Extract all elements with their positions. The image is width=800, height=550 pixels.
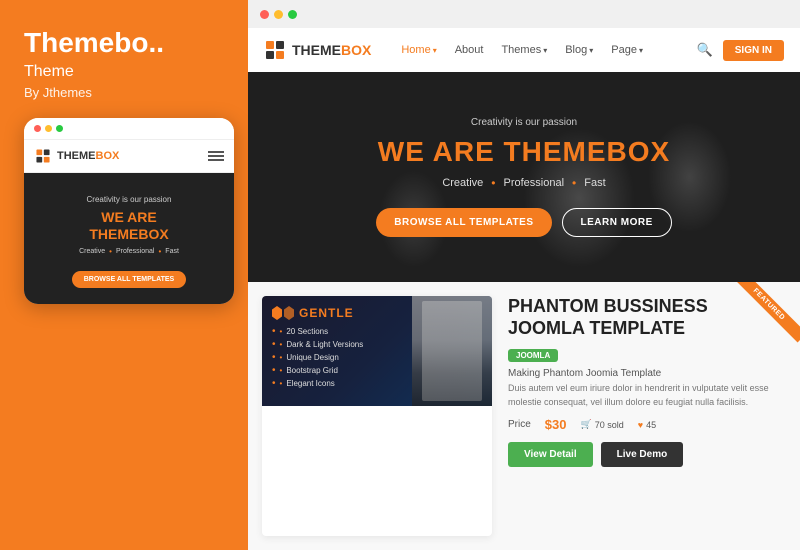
- site-hero-tagline: Creative • Professional • Fast: [442, 176, 605, 190]
- mobile-traffic-lights: [34, 125, 63, 132]
- feature-item: • 20 Sections: [272, 325, 482, 338]
- feature-item: • Unique Design: [272, 351, 482, 364]
- site-content-section: GENTLE • 20 Sections • Dark & Light Vers…: [248, 282, 800, 550]
- feature-item: • Bootstrap Grid: [272, 364, 482, 377]
- desktop-site: THEMEBOX Home ▾ About Themes ▾ Blog ▾ Pa…: [248, 28, 800, 550]
- product-card-inner: GENTLE • 20 Sections • Dark & Light Vers…: [272, 306, 482, 390]
- browser-traffic-lights: [260, 10, 297, 19]
- mobile-hero-title: WE ARE THEMEBOX: [36, 209, 222, 243]
- site-nav-actions: 🔍 SIGN IN: [697, 40, 784, 61]
- product-logo-name: GENTLE: [299, 306, 354, 320]
- theme-title: Themebo..: [24, 28, 224, 59]
- logo-shape-2: [284, 306, 294, 320]
- site-nav: THEMEBOX Home ▾ About Themes ▾ Blog ▾ Pa…: [248, 28, 800, 72]
- chevron-down-icon: ▾: [639, 46, 643, 55]
- heart-icon: ♥: [638, 420, 643, 430]
- product-price-row: Price $30 🛒 70 sold ♥ 45: [508, 417, 784, 432]
- product-desc-text: Duis autem vel eum iriure dolor in hendr…: [508, 382, 784, 409]
- site-hero-subtitle: Creativity is our passion: [471, 117, 577, 128]
- site-hero-buttons: BROWSE ALL TEMPLATES LEARN MORE: [376, 208, 672, 237]
- mobile-hero-tagline: Creative • Professional • Fast: [36, 247, 222, 256]
- product-badge-joomla: JOOMLA: [508, 349, 558, 362]
- learn-more-button[interactable]: LEARN MORE: [562, 208, 672, 237]
- nav-link-page[interactable]: Page ▾: [611, 44, 643, 56]
- cart-icon: 🛒: [581, 419, 592, 430]
- nav-link-themes[interactable]: Themes ▾: [501, 44, 547, 56]
- search-icon[interactable]: 🔍: [697, 42, 713, 58]
- site-hero-title: WE ARE THEMEBOX: [378, 136, 670, 168]
- nav-link-home[interactable]: Home ▾: [401, 44, 436, 56]
- browse-templates-button[interactable]: BROWSE ALL TEMPLATES: [376, 208, 551, 237]
- live-demo-button[interactable]: Live Demo: [601, 442, 684, 467]
- left-panel: Themebo.. Theme By Jthemes THEMEBOX: [0, 0, 248, 550]
- mobile-browse-button[interactable]: BROWSE ALL TEMPLATES: [72, 271, 186, 288]
- mobile-logo-text: THEMEBOX: [57, 150, 119, 162]
- product-features-list: • 20 Sections • Dark & Light Versions • …: [272, 325, 482, 390]
- price-value: $30: [545, 417, 567, 432]
- signin-button[interactable]: SIGN IN: [723, 40, 784, 61]
- product-action-buttons: View Detail Live Demo: [508, 442, 784, 467]
- site-logo: THEMEBOX: [264, 39, 371, 61]
- mobile-logo-icon: [34, 147, 52, 165]
- browser-chrome: [248, 0, 800, 28]
- chevron-down-icon: ▾: [589, 46, 593, 55]
- site-nav-links: Home ▾ About Themes ▾ Blog ▾ Page ▾: [401, 44, 696, 56]
- mobile-mockup: THEMEBOX Creativity is our passion WE AR…: [24, 118, 234, 305]
- mobile-hero-subtitle: Creativity is our passion: [36, 195, 222, 204]
- theme-author: By Jthemes: [24, 85, 224, 100]
- price-label: Price: [508, 419, 531, 430]
- view-detail-button[interactable]: View Detail: [508, 442, 593, 467]
- like-count: ♥ 45: [638, 420, 656, 430]
- product-desc-title: Making Phantom Joomia Template: [508, 368, 784, 379]
- product-card-image: GENTLE • 20 Sections • Dark & Light Vers…: [262, 296, 492, 406]
- nav-link-about[interactable]: About: [455, 44, 484, 56]
- mobile-top-bar: [24, 118, 234, 140]
- product-title: PHANTOM BUSSINESSJOOMLA TEMPLATE: [508, 296, 784, 339]
- right-panel: THEMEBOX Home ▾ About Themes ▾ Blog ▾ Pa…: [248, 0, 800, 550]
- mobile-logo: THEMEBOX: [34, 147, 119, 165]
- product-card: GENTLE • 20 Sections • Dark & Light Vers…: [262, 296, 492, 536]
- feature-item: • Dark & Light Versions: [272, 338, 482, 351]
- mobile-hero-section: Creativity is our passion WE ARE THEMEBO…: [24, 173, 234, 305]
- site-logo-text: THEMEBOX: [292, 42, 371, 58]
- theme-subtitle: Theme: [24, 63, 224, 81]
- site-hero-section: Creativity is our passion WE ARE THEMEBO…: [248, 72, 800, 282]
- mobile-menu-icon[interactable]: [208, 151, 224, 161]
- mobile-nav: THEMEBOX: [24, 140, 234, 173]
- nav-link-blog[interactable]: Blog ▾: [565, 44, 593, 56]
- feature-item: • Elegant Icons: [272, 377, 482, 390]
- product-logo-shapes: [272, 306, 294, 320]
- logo-shape-1: [272, 306, 282, 320]
- site-logo-icon: [264, 39, 286, 61]
- sold-count: 🛒 70 sold: [581, 419, 624, 430]
- product-info-panel: FEATURED PHANTOM BUSSINESSJOOMLA TEMPLAT…: [492, 282, 800, 550]
- chevron-down-icon: ▾: [433, 46, 437, 55]
- product-section: GENTLE • 20 Sections • Dark & Light Vers…: [248, 282, 800, 550]
- chevron-down-icon: ▾: [543, 46, 547, 55]
- product-logo-row: GENTLE: [272, 306, 482, 320]
